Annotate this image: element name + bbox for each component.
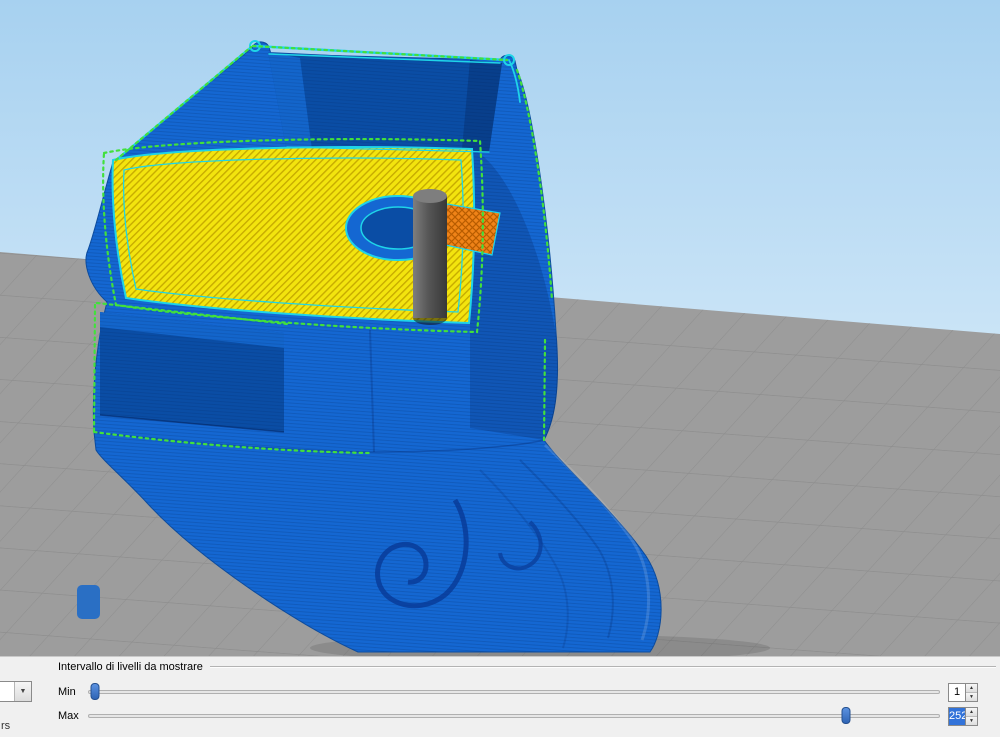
min-value[interactable]: 1 (949, 684, 965, 701)
spin-down-icon[interactable]: ▼ (966, 693, 977, 701)
min-spinbox[interactable]: 1 ▲ ▼ (948, 683, 978, 702)
chevron-down-icon[interactable]: ▼ (14, 682, 31, 701)
truncated-left-label: rs (1, 720, 10, 732)
spin-down-icon[interactable]: ▼ (966, 717, 977, 725)
max-spinbox[interactable]: 252 ▲ ▼ (948, 707, 978, 726)
support-cylinder (413, 189, 447, 325)
view-mode-dropdown[interactable]: ▼ (0, 681, 32, 702)
min-spin-buttons: ▲ ▼ (965, 684, 977, 701)
min-layer-slider[interactable] (88, 682, 940, 702)
min-slider-handle[interactable] (90, 683, 99, 700)
separator-line (210, 666, 996, 668)
min-slider-track[interactable] (88, 690, 940, 694)
group-header: Intervallo di livelli da mostrare (58, 660, 996, 674)
dropdown-field (0, 682, 14, 701)
min-label: Min (58, 686, 88, 698)
min-row: Min 1 ▲ ▼ (58, 682, 978, 702)
max-label: Max (58, 710, 88, 722)
section-title: Intervallo di livelli da mostrare (58, 661, 203, 673)
layer-range-panel: ▼ rs Intervallo di livelli da mostrare M… (0, 656, 1000, 737)
top-cavity (268, 52, 502, 152)
max-spin-buttons: ▲ ▼ (965, 708, 977, 725)
max-row: Max 252 ▲ ▼ (58, 706, 978, 726)
spin-up-icon[interactable]: ▲ (966, 684, 977, 693)
3d-preview-viewport[interactable] (0, 0, 1000, 656)
max-layer-slider[interactable] (88, 706, 940, 726)
slicer-window: ▼ rs Intervallo di livelli da mostrare M… (0, 0, 1000, 737)
max-slider-track[interactable] (88, 714, 940, 718)
left-tab (77, 585, 100, 619)
spin-up-icon[interactable]: ▲ (966, 708, 977, 717)
max-value[interactable]: 252 (949, 708, 965, 725)
front-opening (100, 312, 284, 432)
max-slider-handle[interactable] (842, 707, 851, 724)
3d-scene[interactable] (0, 0, 1000, 656)
